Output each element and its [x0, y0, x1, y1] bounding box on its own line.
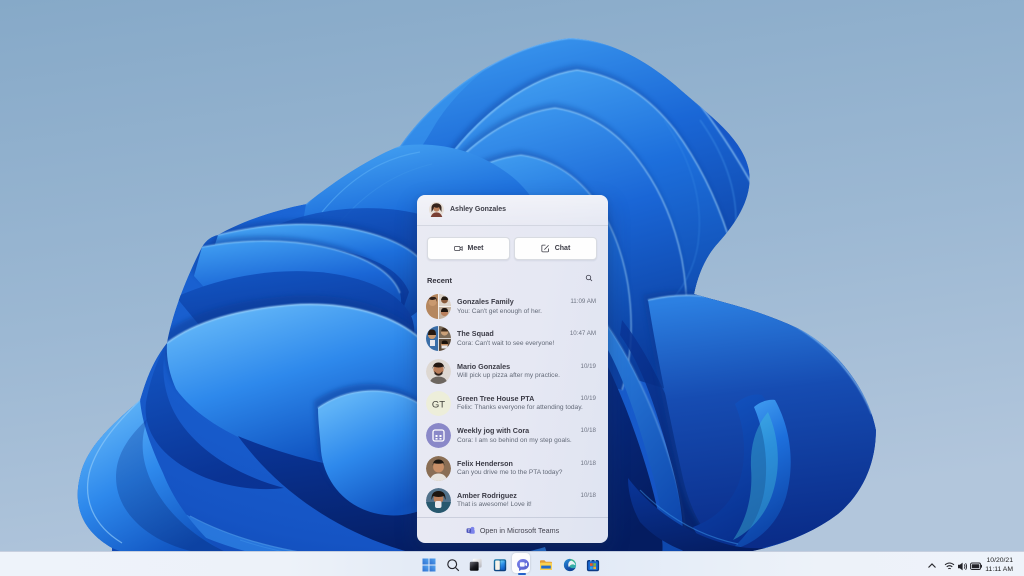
svg-text:GT: GT [432, 399, 445, 410]
